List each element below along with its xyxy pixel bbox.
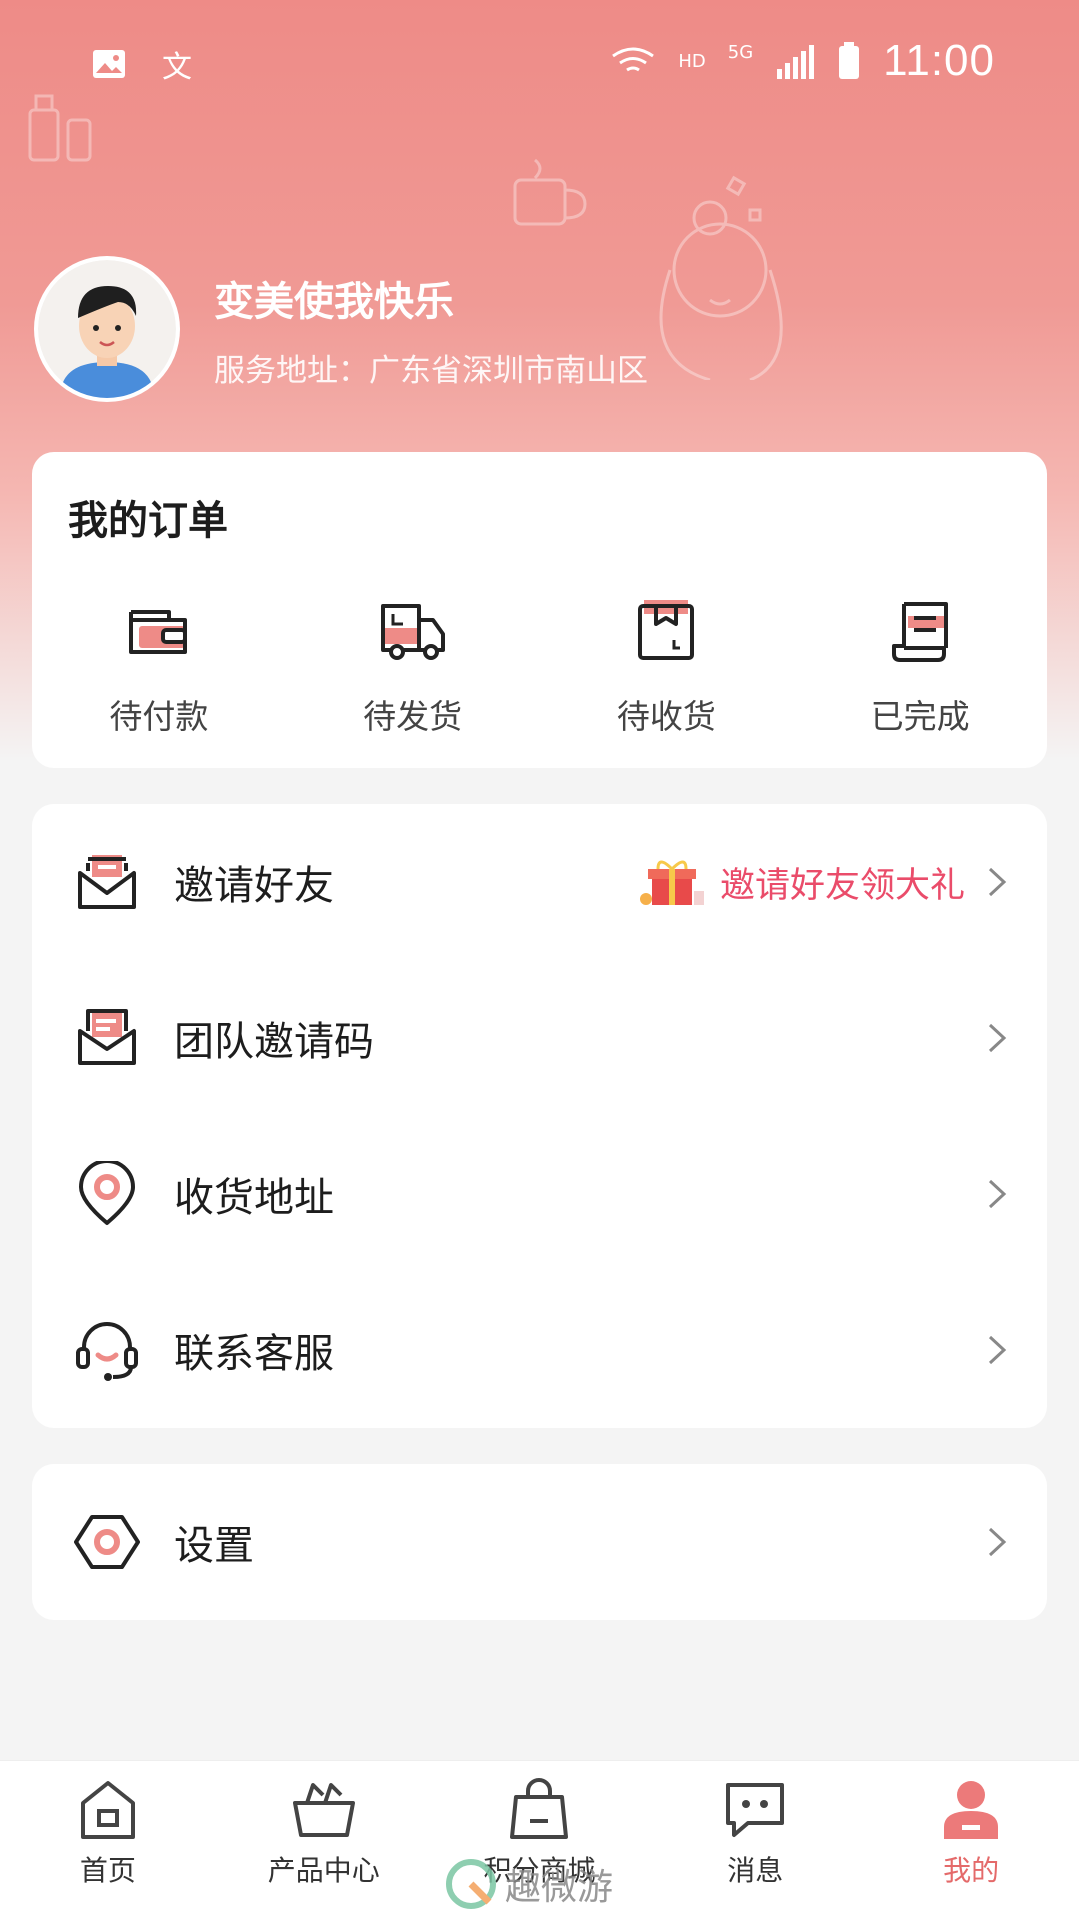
orders-title: 我的订单 (68, 498, 228, 544)
basket-icon (292, 1783, 355, 1837)
watermark-logo-icon (446, 1859, 496, 1909)
shopping-bag-icon (510, 1778, 569, 1839)
tab-label: 消息 (727, 1854, 784, 1887)
menu-label: 邀请好友 (174, 863, 334, 909)
chevron-right-icon (988, 1527, 1007, 1557)
hexagon-gear-icon (74, 1515, 140, 1569)
wallet-icon (128, 610, 187, 654)
message-icon (726, 1783, 785, 1837)
order-pending-payment[interactable]: 待付款 (32, 596, 286, 738)
mail-open-icon (78, 1009, 136, 1065)
gift-icon (639, 860, 704, 905)
order-label: 待发货 (363, 697, 463, 736)
order-pending-shipment[interactable]: 待发货 (286, 596, 540, 738)
order-label: 待收货 (616, 697, 716, 736)
woman-decoration-icon (659, 175, 783, 380)
username: 变美使我快乐 (214, 278, 454, 325)
order-pending-receipt[interactable]: 待收货 (540, 596, 794, 738)
truck-icon (380, 604, 445, 660)
tab-mine[interactable]: 我的 (863, 1761, 1079, 1919)
menu-invite-friends[interactable]: 邀请好友 邀请好友领大礼 (32, 804, 1047, 960)
headset-icon (76, 1322, 138, 1381)
chevron-right-icon (988, 1335, 1007, 1365)
profile-section[interactable]: 变美使我快乐 服务地址：广东省深圳市南山区 (34, 256, 648, 402)
order-completed[interactable]: 已完成 (793, 596, 1047, 738)
battery-icon (839, 42, 860, 79)
menu-label: 收货地址 (174, 1175, 334, 1221)
service-address: 服务地址：广东省深圳市南山区 (214, 352, 648, 389)
invite-promo-text: 邀请好友领大礼 (719, 865, 965, 906)
tab-label: 产品中心 (267, 1854, 380, 1887)
user-icon (944, 1781, 999, 1839)
tab-home[interactable]: 首页 (0, 1761, 216, 1919)
receipt-icon (892, 602, 949, 662)
menu-label: 联系客服 (174, 1331, 334, 1377)
settings-card: 设置 (32, 1464, 1047, 1620)
tab-label: 我的 (943, 1854, 1000, 1887)
menu-customer-service[interactable]: 联系客服 (32, 1272, 1047, 1428)
menu-card: 邀请好友 邀请好友领大礼 团队邀请码 收货地址 联系客服 (32, 804, 1047, 1428)
tab-label: 首页 (79, 1854, 136, 1887)
translate-icon: 文 (162, 50, 192, 85)
my-orders-card: 我的订单 待付款 待发货 待收货 已完成 (32, 452, 1047, 768)
tab-product-center[interactable]: 产品中心 (216, 1761, 432, 1919)
order-label: 待付款 (109, 697, 209, 736)
clock: 11:00 (883, 36, 995, 85)
watermark-text: 趣微游 (505, 1867, 614, 1908)
location-pin-icon (79, 1161, 135, 1225)
status-bar: 文 HD 5G 11:00 (0, 0, 1079, 120)
5g-indicator: 5G (727, 41, 754, 63)
chevron-right-icon (988, 1023, 1007, 1053)
watermark: 趣微游 (445, 1858, 613, 1910)
menu-settings[interactable]: 设置 (32, 1464, 1047, 1620)
menu-team-invite-code[interactable]: 团队邀请码 (32, 960, 1047, 1116)
signal-icon (777, 45, 815, 79)
menu-shipping-address[interactable]: 收货地址 (32, 1116, 1047, 1272)
chevron-right-icon (988, 867, 1007, 897)
menu-label: 设置 (174, 1523, 254, 1569)
envelope-icon (78, 855, 136, 909)
order-label: 已完成 (870, 697, 970, 736)
mug-decoration-icon (513, 158, 587, 226)
chevron-right-icon (988, 1179, 1007, 1209)
package-icon (638, 600, 695, 660)
hd-indicator: HD (678, 50, 706, 72)
menu-label: 团队邀请码 (174, 1019, 374, 1065)
gallery-icon (93, 50, 125, 78)
home-icon (80, 1781, 135, 1839)
tab-messages[interactable]: 消息 (647, 1761, 863, 1919)
avatar[interactable] (34, 256, 180, 402)
wifi-icon (612, 47, 655, 72)
